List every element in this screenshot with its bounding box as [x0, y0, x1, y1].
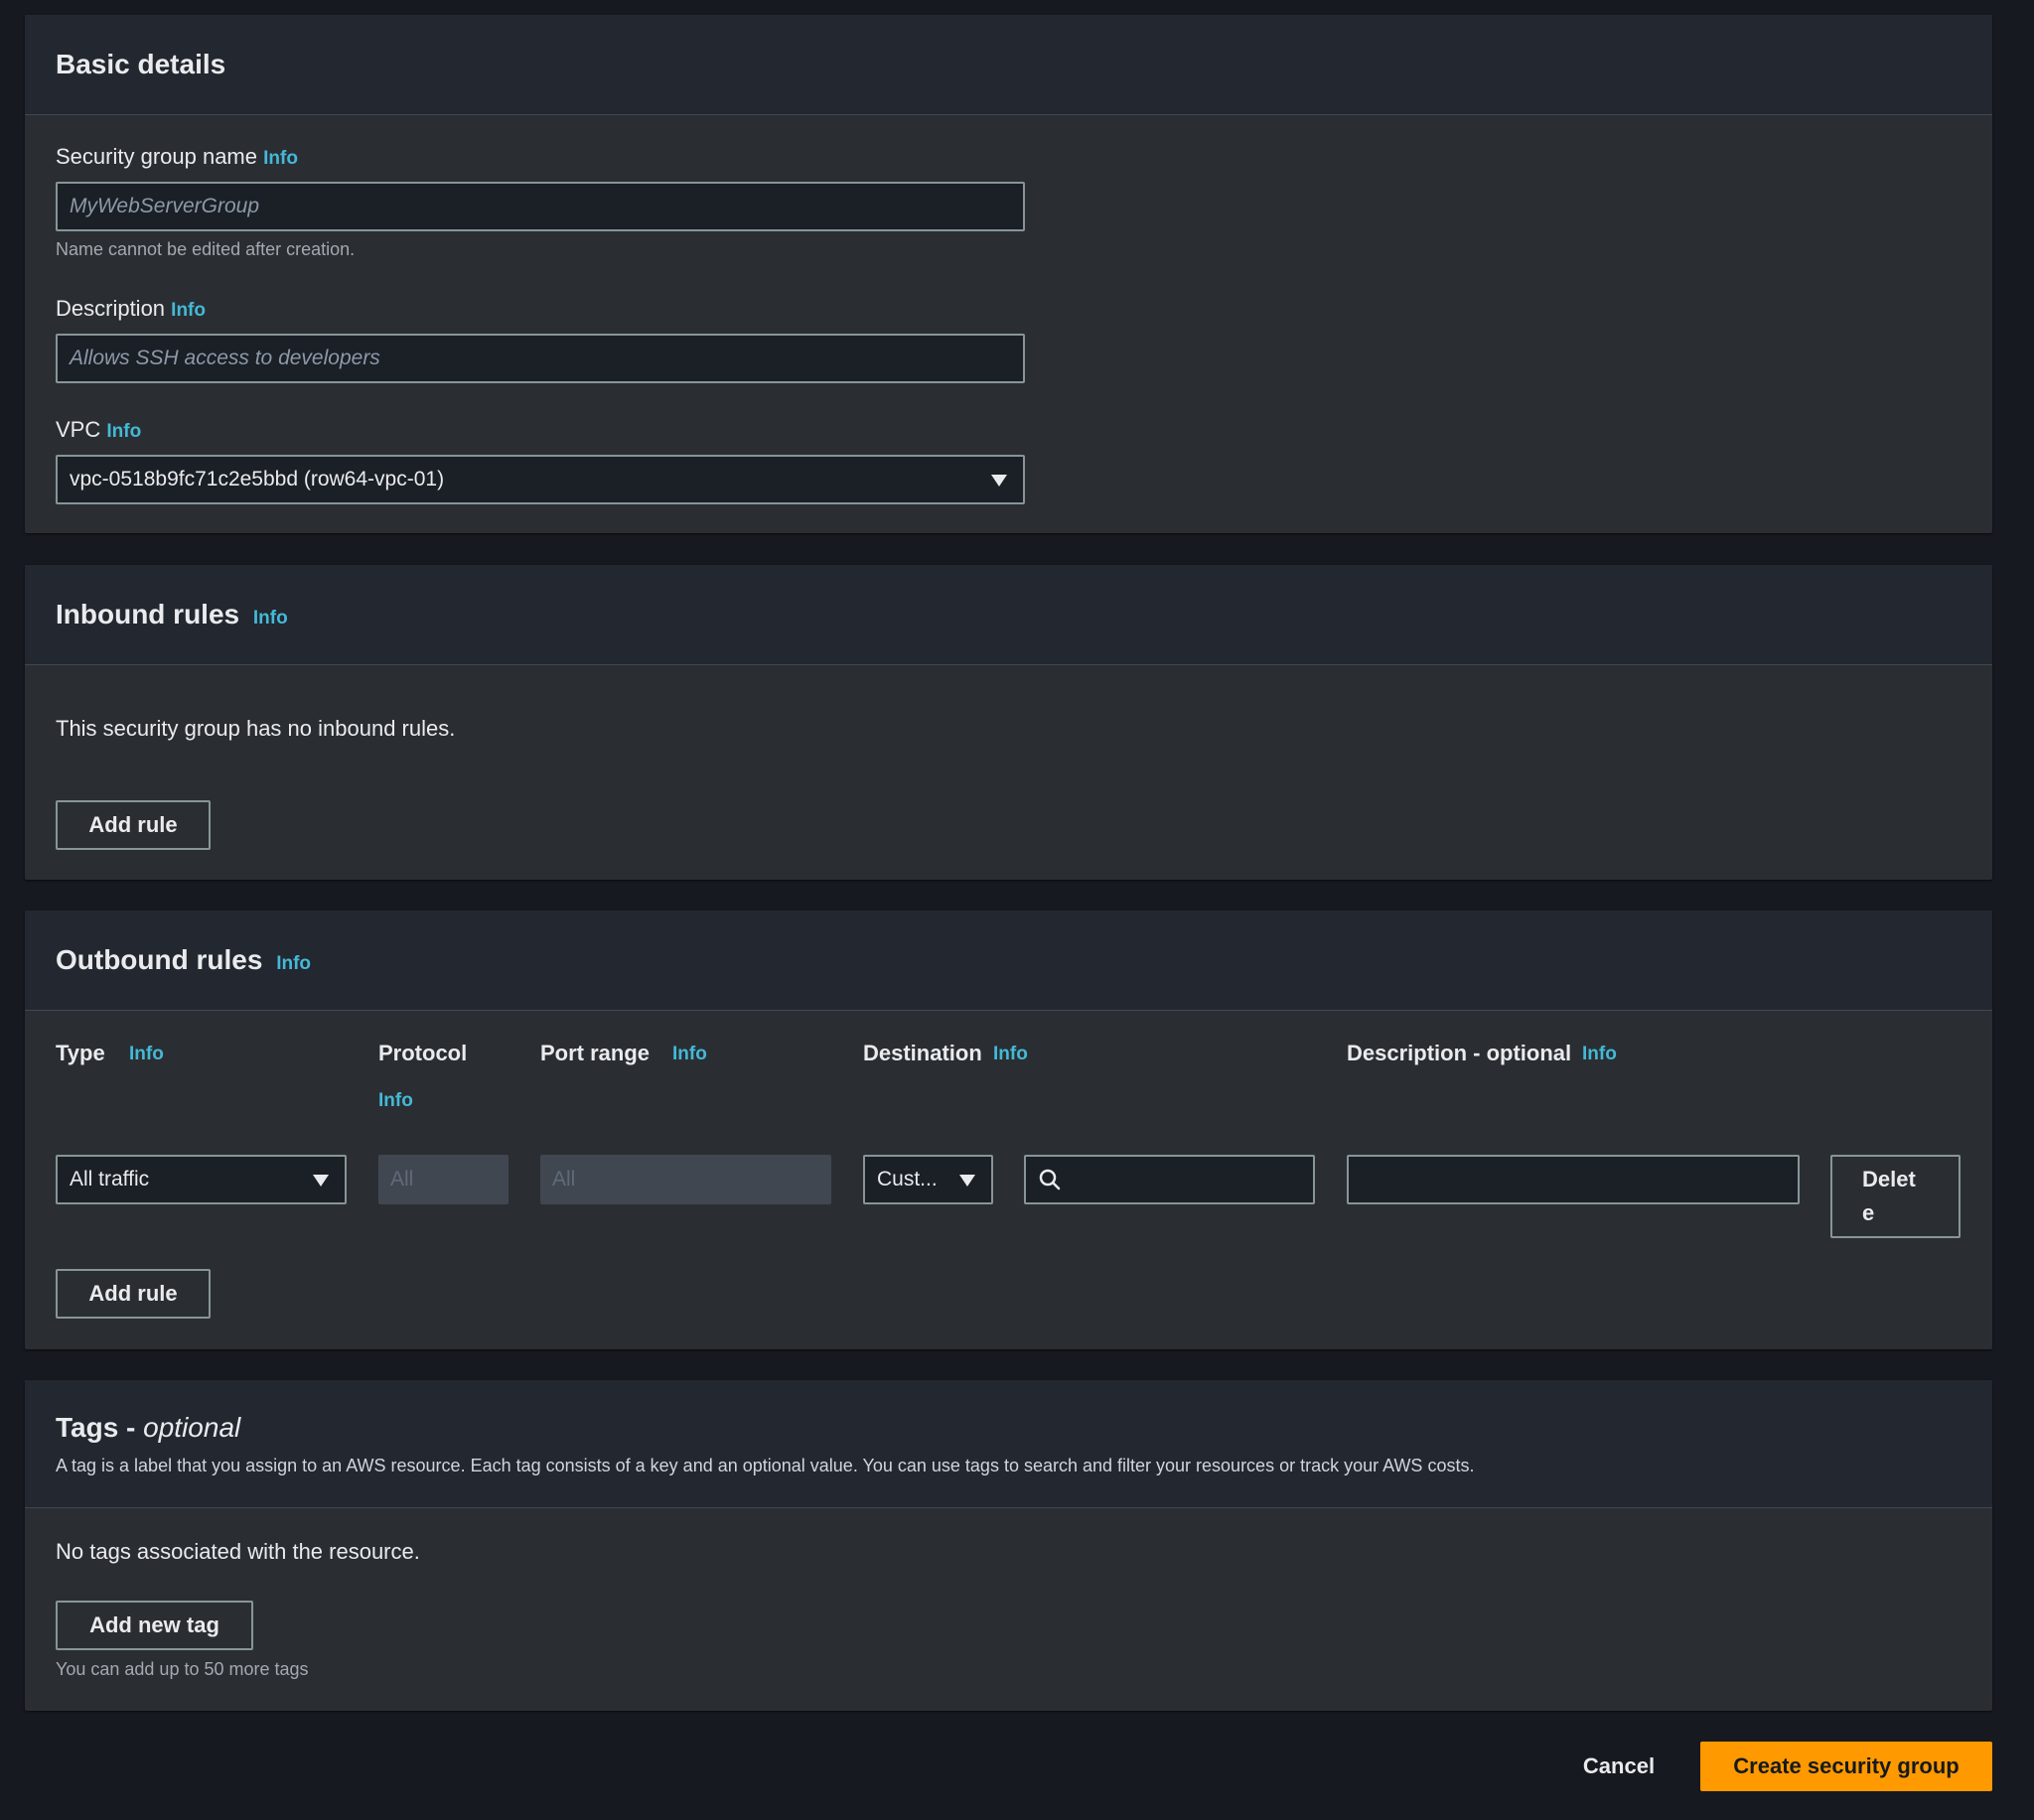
security-group-name-hint: Name cannot be edited after creation. — [56, 239, 356, 259]
description-input[interactable]: Allows SSH access to developers — [56, 334, 1025, 383]
tags-title-text: Tags - — [56, 1412, 144, 1443]
caret-down-icon — [313, 1175, 329, 1187]
inbound-rules-title-text: Inbound rules — [56, 599, 240, 630]
rule-type-select[interactable]: All traffic — [56, 1155, 347, 1204]
rule-delete-label-line2: e — [1862, 1200, 1875, 1225]
security-group-name-info-link[interactable]: Info — [263, 148, 298, 169]
outbound-rules-panel: Outbound rules Info Type Info Protocol I… — [25, 910, 1992, 1349]
column-destination: Destination — [863, 1041, 982, 1065]
rule-destination-type-select[interactable]: Cust... — [863, 1155, 993, 1204]
vpc-info-link[interactable]: Info — [106, 421, 141, 442]
rule-port-range-input: All — [540, 1155, 831, 1204]
outbound-rules-title: Outbound rules Info — [56, 944, 311, 976]
column-port-range-info-link[interactable]: Info — [672, 1044, 707, 1065]
inbound-rules-panel: Inbound rules Info This security group h… — [25, 565, 1992, 880]
caret-down-icon — [991, 475, 1007, 487]
inbound-rules-info-link[interactable]: Info — [253, 608, 288, 629]
column-type: Type — [56, 1041, 105, 1065]
column-destination-info-link[interactable]: Info — [993, 1044, 1028, 1065]
column-type-info-link[interactable]: Info — [129, 1044, 164, 1065]
security-group-name-input[interactable]: MyWebServerGroup — [56, 182, 1025, 231]
description-label: Description Info — [56, 296, 206, 322]
inbound-add-rule-button[interactable]: Add rule — [56, 800, 211, 850]
tags-title: Tags - optional — [56, 1412, 240, 1444]
search-icon — [1039, 1169, 1061, 1190]
vpc-select[interactable]: vpc-0518b9fc71c2e5bbd (row64-vpc-01) — [56, 455, 1025, 504]
description-label-text: Description — [56, 296, 166, 321]
inbound-rules-header: Inbound rules Info — [25, 565, 1992, 665]
rule-description-input[interactable] — [1347, 1155, 1800, 1204]
column-protocol: Protocol — [378, 1041, 468, 1065]
inbound-rules-title: Inbound rules Info — [56, 599, 288, 630]
caret-down-icon — [959, 1175, 975, 1187]
tags-panel: Tags - optional A tag is a label that yo… — [25, 1380, 1992, 1711]
tags-description: A tag is a label that you assign to an A… — [56, 1456, 1475, 1475]
column-protocol-info-link[interactable]: Info — [378, 1090, 413, 1112]
column-description-info-link[interactable]: Info — [1582, 1044, 1617, 1065]
tags-empty-text: No tags associated with the resource. — [56, 1539, 420, 1564]
outbound-add-rule-button[interactable]: Add rule — [56, 1269, 211, 1319]
tags-limit-hint: You can add up to 50 more tags — [56, 1659, 309, 1679]
basic-details-header: Basic details — [25, 15, 1992, 115]
vpc-label-text: VPC — [56, 417, 101, 442]
rule-protocol-input: All — [378, 1155, 508, 1204]
column-description: Description - optional — [1347, 1041, 1572, 1065]
rule-type-value: All traffic — [70, 1168, 150, 1190]
description-placeholder: Allows SSH access to developers — [70, 347, 380, 369]
add-new-tag-button[interactable]: Add new tag — [56, 1601, 253, 1650]
basic-details-title: Basic details — [56, 49, 226, 79]
security-group-name-placeholder: MyWebServerGroup — [70, 195, 260, 217]
inbound-empty-text: This security group has no inbound rules… — [56, 716, 456, 741]
tags-title-optional: optional — [143, 1412, 241, 1443]
vpc-label: VPC Info — [56, 417, 141, 443]
rule-delete-button[interactable]: Delet e — [1830, 1155, 1961, 1238]
vpc-select-value: vpc-0518b9fc71c2e5bbd (row64-vpc-01) — [70, 468, 445, 490]
security-group-name-label-text: Security group name — [56, 144, 257, 169]
description-info-link[interactable]: Info — [171, 300, 206, 321]
outbound-rules-title-text: Outbound rules — [56, 944, 263, 975]
cancel-button[interactable]: Cancel — [1569, 1742, 1669, 1791]
basic-details-panel: Basic details Security group name Info M… — [25, 15, 1992, 533]
tags-header: Tags - optional A tag is a label that yo… — [25, 1380, 1992, 1508]
rule-destination-type-value: Cust... — [877, 1168, 938, 1190]
outbound-rules-info-link[interactable]: Info — [276, 953, 311, 974]
security-group-name-label: Security group name Info — [56, 144, 298, 170]
rule-delete-label-line1: Delet — [1862, 1167, 1916, 1191]
create-security-group-button[interactable]: Create security group — [1700, 1742, 1992, 1791]
column-port-range: Port range — [540, 1041, 651, 1065]
outbound-rules-header: Outbound rules Info — [25, 910, 1992, 1011]
rule-destination-search-input[interactable] — [1024, 1155, 1315, 1204]
